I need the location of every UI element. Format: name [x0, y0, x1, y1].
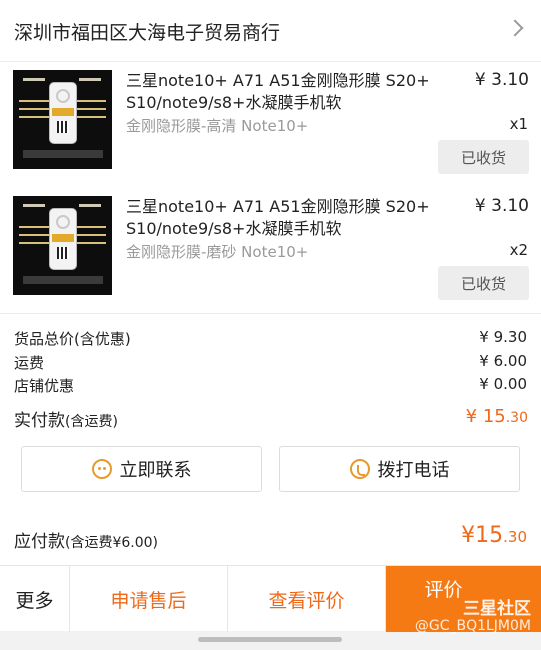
received-status-button[interactable]: 已收货 — [438, 140, 529, 174]
home-indicator[interactable] — [198, 637, 342, 642]
shipping-row: 运费 ¥ 6.00 — [14, 352, 527, 374]
product-title: 三星note10+ A71 A51金刚隐形膜 S20+ S10/note9/s8… — [126, 197, 430, 238]
product-price: ¥ 3.10 — [474, 196, 529, 216]
shop-header[interactable]: 深圳市福田区大海电子贸易商行 — [0, 0, 541, 62]
product-quantity: x2 — [509, 241, 528, 259]
list-item[interactable]: 三星note10+ A71 A51金刚隐形膜 S20+ S10/note9/s8… — [0, 62, 541, 188]
watermark-handle: @GC_BQ1LJM0M — [414, 618, 531, 634]
product-title: 三星note10+ A71 A51金刚隐形膜 S20+ S10/note9/s8… — [126, 71, 430, 112]
payable-row: 应付款(含运费¥6.00) ¥15.30 — [0, 510, 541, 565]
shop-name: 深圳市福田区大海电子贸易商行 — [14, 22, 281, 44]
contact-seller-label: 立即联系 — [119, 460, 192, 481]
payable-sub-label: (含运费¥6.00) — [65, 535, 159, 551]
rate-label: 评价 — [424, 578, 463, 601]
chat-face-icon — [91, 459, 112, 479]
received-status-button[interactable]: 已收货 — [438, 266, 529, 300]
shipping-value: ¥ 6.00 — [479, 352, 527, 370]
order-summary: 货品总价(含优惠) ¥ 9.30 运费 ¥ 6.00 店铺优惠 ¥ 0.00 实… — [0, 314, 541, 510]
product-thumbnail[interactable] — [13, 196, 112, 295]
call-phone-button[interactable]: 拨打电话 — [279, 446, 520, 492]
product-spec: 金刚隐形膜-磨砂 Note10+ — [126, 243, 309, 261]
more-button[interactable]: 更多 — [0, 566, 70, 632]
phone-icon — [349, 459, 370, 479]
watermark-title: 三星社区 — [463, 599, 531, 619]
chevron-right-icon[interactable] — [506, 19, 524, 37]
goods-total-label: 货品总价(含优惠) — [14, 330, 131, 348]
paid-amount-row: 实付款(含运费) ¥ 15.30 — [14, 406, 528, 434]
product-spec: 金刚隐形膜-高清 Note10+ — [126, 117, 309, 135]
view-review-button[interactable]: 查看评价 — [228, 566, 386, 632]
paid-amount-decimal: .30 — [505, 410, 528, 426]
product-thumbnail[interactable] — [13, 70, 112, 169]
list-item[interactable]: 三星note10+ A71 A51金刚隐形膜 S20+ S10/note9/s8… — [0, 188, 541, 314]
payable-amount: ¥15.30 — [461, 523, 527, 548]
paid-label: 实付款 — [14, 411, 65, 431]
shipping-label: 运费 — [14, 354, 45, 372]
payable-amount-decimal: .30 — [503, 528, 527, 546]
goods-total-value: ¥ 9.30 — [479, 328, 527, 346]
store-discount-label: 店铺优惠 — [14, 377, 75, 395]
product-list: 三星note10+ A71 A51金刚隐形膜 S20+ S10/note9/s8… — [0, 62, 541, 314]
store-discount-value: ¥ 0.00 — [479, 375, 527, 393]
goods-total-row: 货品总价(含优惠) ¥ 9.30 — [14, 328, 527, 350]
product-price: ¥ 3.10 — [474, 70, 529, 90]
paid-amount: ¥ 15.30 — [466, 406, 528, 427]
contact-seller-button[interactable]: 立即联系 — [21, 446, 262, 492]
payable-amount-integer: ¥15 — [461, 523, 504, 548]
call-phone-label: 拨打电话 — [377, 460, 450, 481]
product-quantity: x1 — [509, 115, 528, 133]
after-sale-button[interactable]: 申请售后 — [70, 566, 228, 632]
payable-label: 应付款 — [14, 532, 65, 552]
paid-amount-integer: ¥ 15 — [465, 406, 506, 427]
paid-sub-label: (含运费) — [65, 414, 118, 430]
store-discount-row: 店铺优惠 ¥ 0.00 — [14, 375, 527, 397]
